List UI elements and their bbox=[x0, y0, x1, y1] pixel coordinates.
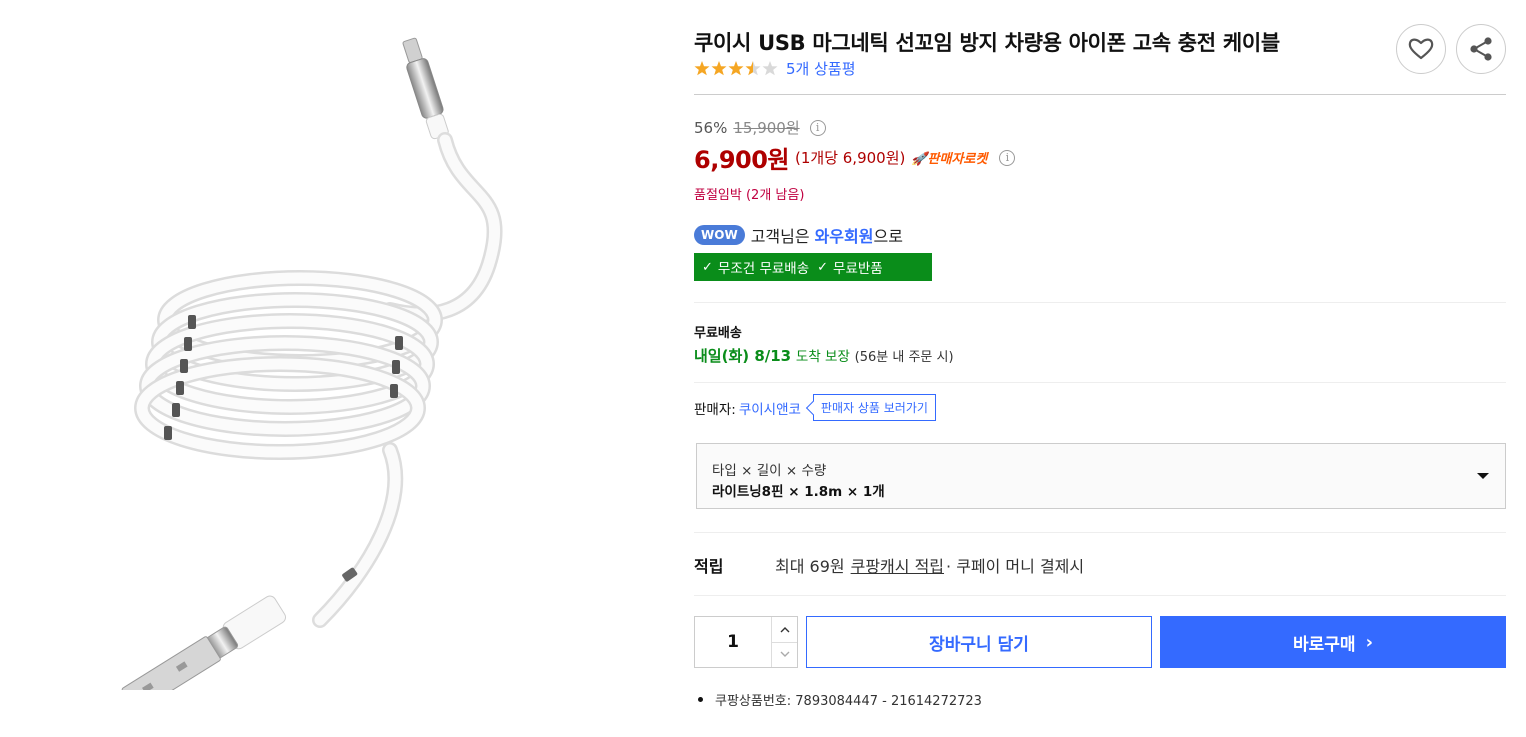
membership-row: WOW 고객님은 와우회원 으로 bbox=[694, 223, 903, 247]
discount-rate: 56% bbox=[694, 118, 728, 137]
membership-benefits: ✓ 무조건 무료배송 ✓ 무료반품 bbox=[694, 253, 932, 281]
seller-name-link[interactable]: 쿠이시앤코 bbox=[739, 398, 801, 418]
benefit-free-shipping: 무조건 무료배송 bbox=[717, 261, 810, 277]
reward-condition: · 쿠페이 머니 결제시 bbox=[946, 557, 1085, 576]
discount-row: 56% 15,900원 i bbox=[694, 117, 826, 138]
benefit-free-return: 무료반품 bbox=[833, 261, 883, 277]
wishlist-button[interactable] bbox=[1396, 24, 1446, 74]
sale-price: 6,900원 bbox=[694, 146, 790, 174]
seller-rocket-badge: 🚀판매자로켓 bbox=[911, 152, 988, 167]
chevron-right-icon: › bbox=[1365, 631, 1373, 653]
membership-name: 와우회원 bbox=[814, 227, 874, 246]
cable-illustration bbox=[121, 37, 503, 690]
option-select[interactable]: 타입 × 길이 × 수량 라이트닝8핀 × 1.8m × 1개 bbox=[696, 443, 1506, 509]
chevron-down-icon bbox=[780, 651, 789, 658]
seller-products-button[interactable]: 판매자 상품 보러가기 bbox=[812, 394, 936, 421]
product-title: 쿠이시 USB 마그네틱 선꼬임 방지 차량용 아이폰 고속 충전 케이블 bbox=[694, 31, 1280, 55]
option-value: 라이트닝8핀 × 1.8m × 1개 bbox=[712, 484, 885, 500]
add-to-cart-button[interactable]: 장바구니 담기 bbox=[806, 616, 1152, 668]
original-price: 15,900원 bbox=[733, 119, 800, 137]
quantity-steppers bbox=[771, 617, 797, 667]
reward-label: 적립 bbox=[694, 557, 724, 576]
star-rating bbox=[694, 60, 780, 78]
product-number: 쿠팡상품번호: 7893084447 - 21614272723 bbox=[698, 690, 982, 709]
wow-badge: WOW bbox=[694, 225, 745, 245]
arrival-date: 내일(화) 8/13 bbox=[694, 347, 792, 365]
check-icon: ✓ bbox=[702, 259, 713, 275]
arrival-guarantee: 도착 보장 bbox=[795, 349, 850, 365]
seller-row: 판매자: 쿠이시앤코 판매자 상품 보러가기 bbox=[694, 394, 936, 421]
order-cutoff-note: (56분 내 주문 시) bbox=[854, 350, 954, 365]
divider bbox=[694, 94, 1506, 95]
bullet bbox=[698, 697, 703, 702]
buy-now-label: 바로구매 bbox=[1293, 634, 1356, 655]
info-icon[interactable]: i bbox=[809, 119, 826, 136]
reward-row: 적립 최대 69원 쿠팡캐시 적립 · 쿠페이 머니 결제시 bbox=[694, 553, 1084, 577]
stock-notice: 품절임박 (2개 남음) bbox=[694, 188, 805, 203]
check-icon: ✓ bbox=[817, 259, 829, 275]
chevron-up-icon bbox=[780, 626, 789, 633]
quantity-input[interactable] bbox=[695, 617, 771, 667]
price-row: 6,900원 (1개당 6,900원) 🚀판매자로켓 i bbox=[694, 140, 1016, 175]
rating-row: 5개 상품평 bbox=[694, 58, 856, 79]
membership-text-before: 고객님은 bbox=[750, 227, 810, 246]
share-button[interactable] bbox=[1456, 24, 1506, 74]
info-icon[interactable]: i bbox=[999, 149, 1016, 166]
seller-label: 판매자: bbox=[694, 401, 736, 418]
share-icon bbox=[1470, 37, 1492, 61]
heart-icon bbox=[1408, 38, 1434, 60]
divider bbox=[694, 382, 1506, 383]
shipping-label: 무료배송 bbox=[694, 326, 742, 341]
divider bbox=[694, 302, 1506, 303]
divider bbox=[694, 532, 1506, 533]
product-number-text: 쿠팡상품번호: 7893084447 - 21614272723 bbox=[715, 694, 982, 709]
reward-amount: 최대 69원 bbox=[775, 557, 845, 576]
unit-price: (1개당 6,900원) bbox=[795, 149, 906, 167]
caret-down-icon bbox=[1477, 473, 1489, 479]
quantity-decrease-button[interactable] bbox=[772, 643, 797, 668]
shipping-date-row: 내일(화) 8/13 도착 보장 (56분 내 주문 시) bbox=[694, 345, 954, 366]
quantity-stepper bbox=[694, 616, 798, 668]
quantity-increase-button[interactable] bbox=[772, 617, 797, 643]
product-image[interactable] bbox=[90, 30, 560, 690]
option-label: 타입 × 길이 × 수량 bbox=[712, 463, 827, 479]
membership-text-after: 으로 bbox=[873, 227, 903, 246]
coupang-cash-link[interactable]: 쿠팡캐시 적립 bbox=[851, 553, 944, 577]
review-count-link[interactable]: 5개 상품평 bbox=[786, 58, 856, 79]
divider bbox=[694, 595, 1506, 596]
buy-now-button[interactable]: 바로구매 › bbox=[1160, 616, 1506, 668]
